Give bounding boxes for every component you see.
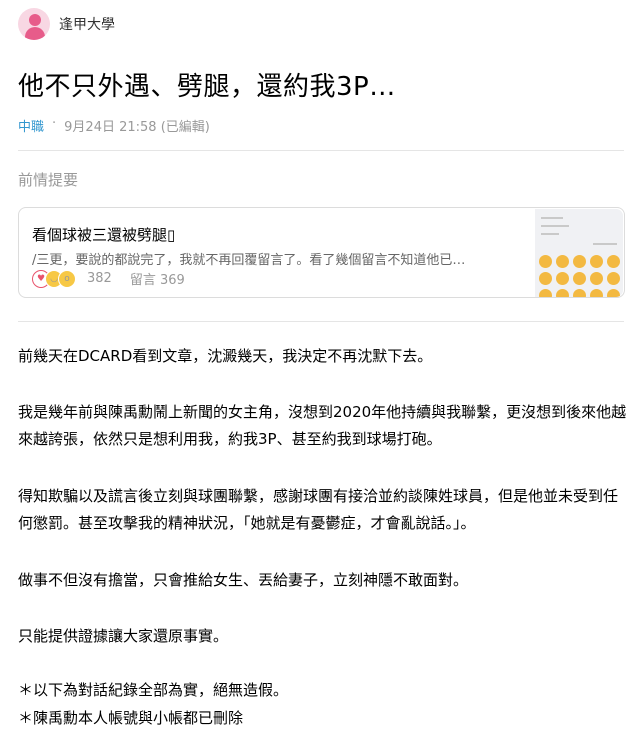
post-title: 他不只外遇、劈腿，還約我3P… <box>18 72 396 102</box>
avatar-head <box>29 14 41 26</box>
emoji-icon <box>590 289 603 297</box>
emoji-icon <box>573 272 586 285</box>
card-stats: ♥ ◡ o 382 留言 369 <box>32 269 185 288</box>
linked-post-card[interactable]: 看個球被三還被劈腿▯ /三更，要說的都說完了，我就不再回覆留言了。看了幾個留言不… <box>18 207 625 298</box>
card-excerpt: /三更，要說的都說完了，我就不再回覆留言了。看了幾個留言不知道他已… <box>32 253 466 268</box>
avatar[interactable] <box>18 8 50 40</box>
emoji-icon <box>573 255 586 268</box>
post-header: 逢甲大學 <box>18 8 115 40</box>
content-paragraph: 我是幾年前與陳禹勳鬧上新聞的女主角，沒想到2020年他持續與我聯繫，更沒想到後來… <box>18 403 627 448</box>
card-thumbnail <box>535 209 623 297</box>
content-paragraph: 只能提供證據讓大家還原事實。 <box>18 627 229 645</box>
content-paragraph: 前幾天在DCARD看到文章，沈澱幾天，我決定不再沈默下去。 <box>18 347 433 365</box>
emoji-icon <box>573 289 586 297</box>
emoji-icon <box>539 272 552 285</box>
post-meta: 中職 · 9月24日 21:58 (已編輯) <box>18 116 210 135</box>
thumb-text-line <box>541 217 563 219</box>
card-title[interactable]: 看個球被三還被劈腿▯ <box>32 224 175 245</box>
thumb-text-line <box>541 225 569 227</box>
like-count: 382 <box>87 271 112 286</box>
meta-separator: · <box>52 116 57 131</box>
thumb-emoji-row <box>539 289 620 297</box>
emoji-icon <box>556 272 569 285</box>
emoji-icon <box>607 255 620 268</box>
thumb-emoji-row <box>539 272 620 285</box>
wow-reaction-icon: o <box>58 269 76 288</box>
content-note: ＊以下為對話紀錄全部為實，絕無造假。 <box>18 681 289 699</box>
board-link[interactable]: 中職 <box>18 116 44 135</box>
content-paragraph: 得知欺騙以及謊言後立刻與球團聯繫，感謝球團有接洽並約談陳姓球員，但是他並未受到任… <box>18 487 619 532</box>
thumb-text-line <box>541 233 559 235</box>
emoji-icon <box>556 255 569 268</box>
emoji-icon <box>539 255 552 268</box>
content-note: ＊陳禹勳本人帳號與小帳都已刪除 <box>18 709 244 727</box>
school-name[interactable]: 逢甲大學 <box>59 14 115 34</box>
emoji-icon <box>607 289 620 297</box>
divider <box>18 150 624 151</box>
emoji-icon <box>539 289 552 297</box>
thumb-emoji-row <box>539 255 620 268</box>
avatar-body <box>25 27 45 40</box>
previous-label: 前情提要 <box>18 171 79 189</box>
content-paragraph: 做事不但沒有擔當，只會推給女生、丟給妻子，立刻神隱不敢面對。 <box>18 571 469 589</box>
emoji-icon <box>590 255 603 268</box>
comment-count: 留言 369 <box>129 273 185 288</box>
emoji-icon <box>556 289 569 297</box>
divider <box>18 321 624 322</box>
thumb-text-line <box>593 243 617 245</box>
emoji-icon <box>607 272 620 285</box>
emoji-icon <box>590 272 603 285</box>
post-time: 9月24日 21:58 (已編輯) <box>64 120 210 135</box>
